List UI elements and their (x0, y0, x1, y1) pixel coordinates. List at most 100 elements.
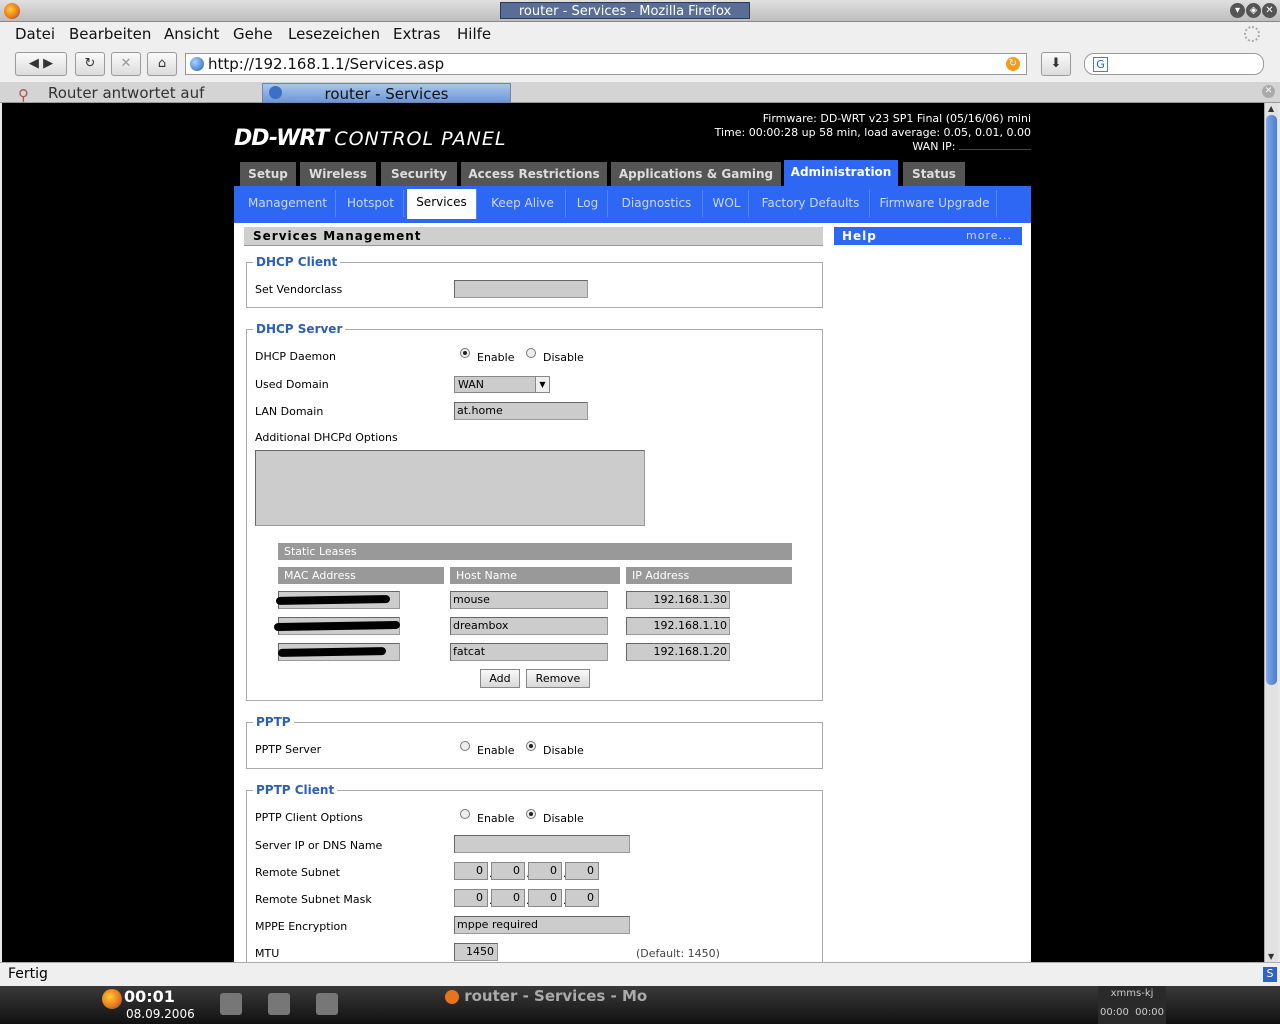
host-name-input[interactable]: fatcat (450, 643, 608, 661)
used-domain-select[interactable]: WAN ▼ (454, 376, 550, 393)
menu-lesezeichen[interactable]: Lesezeichen (288, 25, 380, 43)
dhcpd-options-textarea[interactable] (255, 450, 645, 526)
remote-subnet-octet-4[interactable]: 0 (565, 862, 599, 880)
wan-ip-label: WAN IP: (912, 140, 956, 153)
page-icon: ⚲ (18, 86, 29, 104)
subtab-factory-defaults[interactable]: Factory Defaults (752, 190, 870, 217)
menu-gehe[interactable]: Gehe (233, 25, 273, 43)
remove-lease-button[interactable]: Remove (526, 669, 590, 688)
subtab-log[interactable]: Log (568, 190, 608, 217)
ip-address-input[interactable]: 192.168.1.30 (626, 591, 730, 609)
site-icon (190, 57, 204, 71)
mppe-input[interactable]: mppe required (454, 916, 630, 934)
firefox-icon[interactable] (102, 989, 122, 1009)
date: 08.09.2006 (126, 1007, 195, 1021)
pptp-enable-radio[interactable] (460, 741, 470, 751)
tab-status[interactable]: Status (903, 162, 965, 187)
menu-ansicht[interactable]: Ansicht (164, 25, 219, 43)
pptp-client-enable-radio[interactable] (460, 809, 470, 819)
close-icon[interactable]: ✕ (1262, 3, 1277, 18)
dhcp-client-fieldset: DHCP Client Set Vendorclass (246, 255, 823, 308)
pptp-legend: PPTP (253, 715, 294, 729)
scrollbar-thumb[interactable] (1266, 115, 1277, 685)
go-icon[interactable]: ↻ (1006, 57, 1020, 71)
forward-icon[interactable]: ▶ (43, 56, 53, 71)
google-icon[interactable]: G (1093, 57, 1108, 72)
download-button[interactable]: ⬇ (1041, 52, 1071, 76)
dhcp-disable-label: Disable (543, 351, 584, 364)
remote-subnet-octet-3[interactable]: 0 (528, 862, 562, 880)
lan-domain-input[interactable]: at.home (454, 402, 588, 420)
url-bar[interactable]: http://192.168.1.1/Services.asp ↻ (185, 53, 1027, 75)
security-icon: S (1263, 967, 1277, 982)
close-tab-icon[interactable]: ✕ (1262, 85, 1275, 98)
taskbar: 00:01 08.09.2006 router - Services - Mo … (0, 986, 1280, 1024)
firefox-icon (445, 989, 459, 1004)
monitor-icon[interactable] (268, 993, 290, 1015)
mtu-input[interactable]: 1450 (454, 943, 498, 961)
subtab-wol[interactable]: WOL (705, 190, 749, 217)
home-button[interactable]: ⌂ (147, 52, 177, 76)
pptp-client-fieldset: PPTP Client PPTP Client Options Enable D… (246, 783, 823, 962)
subtab-firmware-upgrade[interactable]: Firmware Upgrade (873, 190, 997, 217)
tab-access-restrictions[interactable]: Access Restrictions (461, 162, 607, 187)
subtab-diagnostics[interactable]: Diagnostics (611, 190, 703, 217)
tab-router-services[interactable]: router - Services (262, 83, 511, 103)
remote-mask-octet-2[interactable]: 0 (491, 889, 525, 907)
dhcp-enable-radio[interactable] (460, 348, 470, 358)
reload-button[interactable]: ↻ (75, 52, 105, 76)
stop-button[interactable]: ✕ (111, 52, 141, 76)
help-title: Help (842, 229, 877, 243)
task-label: router - Services - Mo (464, 987, 648, 1005)
search-box[interactable]: G (1084, 53, 1264, 75)
dhcp-server-legend: DHCP Server (253, 322, 346, 336)
ip-address-input[interactable]: 192.168.1.20 (626, 643, 730, 661)
menu-bearbeiten[interactable]: Bearbeiten (69, 25, 151, 43)
subtab-hotspot[interactable]: Hotspot (338, 190, 404, 217)
dhcp-disable-radio[interactable] (526, 348, 536, 358)
tab-wireless[interactable]: Wireless (300, 162, 376, 187)
menu-extras[interactable]: Extras (393, 25, 440, 43)
pptp-client-disable-radio[interactable] (526, 809, 536, 819)
remote-subnet-octet-2[interactable]: 0 (491, 862, 525, 880)
remote-subnet-octet-1[interactable]: 0 (454, 862, 488, 880)
xmms-time-total: 00:00 (1135, 1007, 1164, 1018)
back-icon[interactable]: ◀ (29, 56, 39, 71)
server-ip-input[interactable] (454, 835, 630, 853)
subtab-management[interactable]: Management (240, 190, 336, 217)
lan-domain-label: LAN Domain (255, 405, 324, 418)
remote-mask-octet-3[interactable]: 0 (528, 889, 562, 907)
vertical-scrollbar[interactable]: ▲ ▼ (1264, 103, 1278, 962)
dhcp-daemon-label: DHCP Daemon (255, 350, 336, 363)
tab-router-antwortet[interactable]: ⚲ Router antwortet auf Freeb… (14, 83, 259, 122)
url-text[interactable]: http://192.168.1.1/Services.asp (208, 55, 444, 73)
scroll-down-icon[interactable]: ▼ (1268, 952, 1274, 961)
remote-mask-octet-4[interactable]: 0 (565, 889, 599, 907)
tab-security[interactable]: Security (381, 162, 457, 187)
scroll-up-icon[interactable]: ▲ (1268, 104, 1274, 113)
host-name-input[interactable]: mouse (450, 591, 608, 609)
help-more-link[interactable]: more... (966, 227, 1012, 245)
taskbar-task-firefox[interactable]: router - Services - Mo (445, 987, 647, 1005)
subtab-keep-alive[interactable]: Keep Alive (480, 190, 566, 217)
pptp-disable-radio[interactable] (526, 741, 536, 751)
tab-applications-gaming[interactable]: Applications & Gaming (611, 162, 781, 187)
xmms-applet[interactable]: xmms-kj 00:00 00:00 (1098, 986, 1166, 1024)
maximize-icon[interactable]: ◈ (1246, 3, 1261, 18)
subtab-services[interactable]: Services (407, 189, 477, 219)
used-domain-value: WAN (458, 378, 485, 391)
home-icon[interactable] (316, 993, 338, 1015)
tab-setup[interactable]: Setup (240, 162, 296, 187)
add-lease-button[interactable]: Add (480, 669, 520, 688)
menu-datei[interactable]: Datei (15, 25, 55, 43)
tab-administration[interactable]: Administration (784, 160, 898, 187)
minimize-icon[interactable]: ▾ (1230, 3, 1245, 18)
dhcp-enable-label: Enable (477, 351, 515, 364)
menu-hilfe[interactable]: Hilfe (457, 25, 491, 43)
vendorclass-input[interactable] (454, 280, 588, 298)
remote-mask-octet-1[interactable]: 0 (454, 889, 488, 907)
back-forward-button[interactable]: ◀ ▶ (15, 52, 67, 76)
ip-address-input[interactable]: 192.168.1.10 (626, 617, 730, 635)
host-name-input[interactable]: dreambox (450, 617, 608, 635)
settings-icon[interactable] (220, 993, 242, 1015)
